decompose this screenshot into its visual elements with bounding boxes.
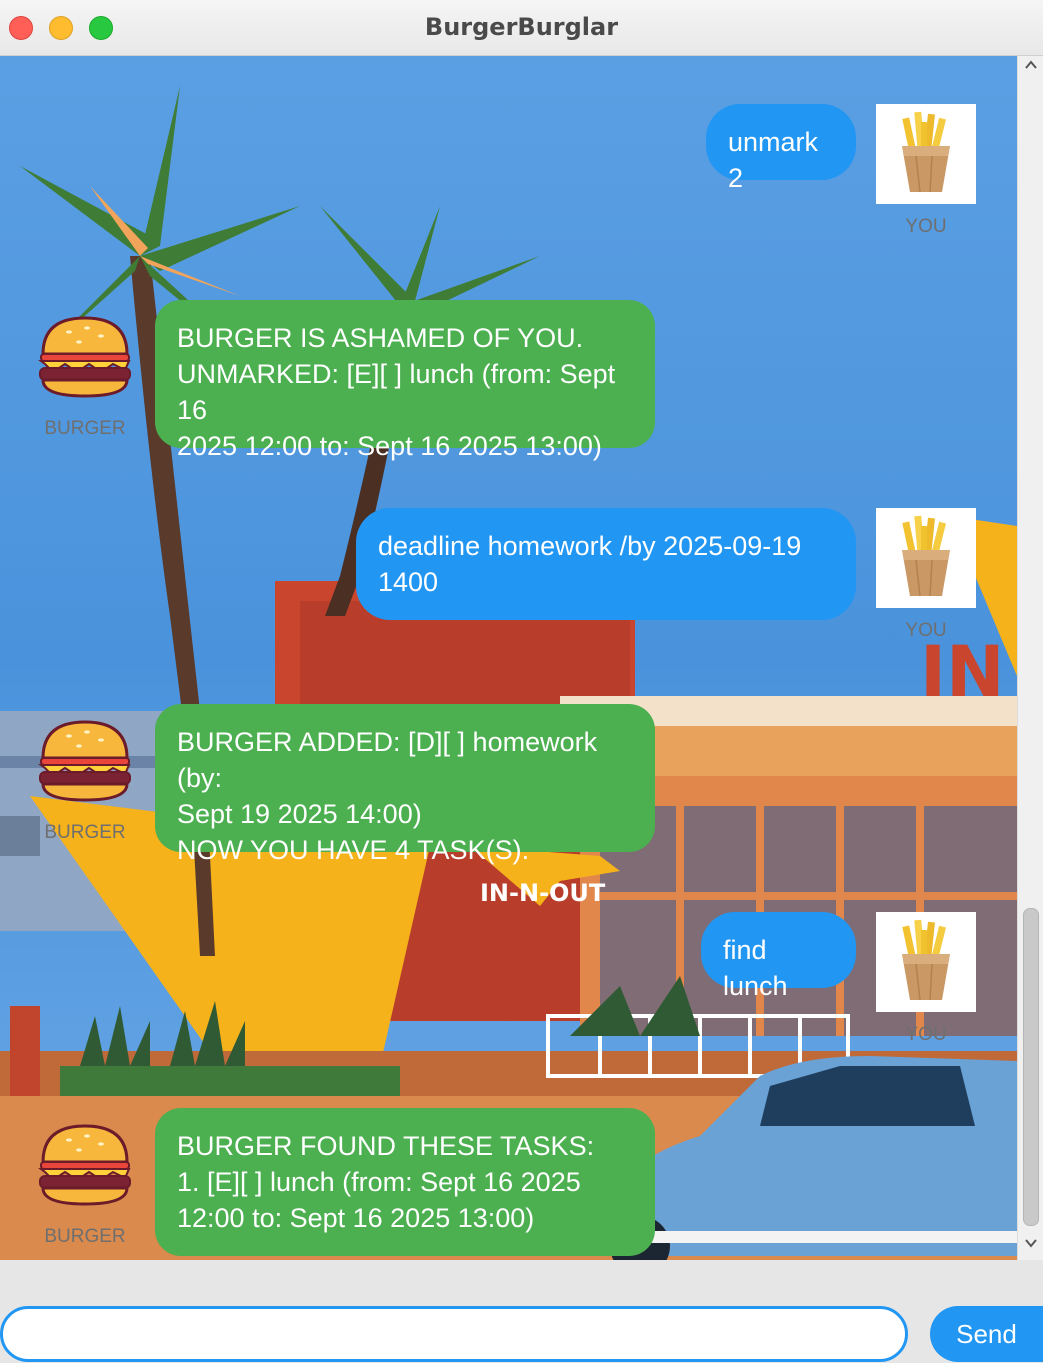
bot-avatar xyxy=(35,314,135,400)
french-fries-icon xyxy=(876,912,976,1012)
user-avatar xyxy=(876,104,976,204)
bot-avatar xyxy=(35,1122,135,1208)
sign-large-text: IN xyxy=(920,631,1005,713)
user-avatar-caption: YOU xyxy=(905,1024,947,1045)
input-bar: Send xyxy=(0,1260,1043,1363)
scrollbar-thumb[interactable] xyxy=(1023,908,1039,1226)
bot-avatar-caption: BURGER xyxy=(44,1226,126,1247)
bot-avatar xyxy=(35,718,135,804)
message-input[interactable] xyxy=(0,1306,908,1362)
user-avatar xyxy=(876,912,976,1012)
sign-small-text: IN-N-OUT xyxy=(480,879,606,907)
chat-scrollbar[interactable] xyxy=(1017,56,1043,1260)
bot-message-bubble: BURGER FOUND THESE TASKS: 1. [E][ ] lunc… xyxy=(155,1108,655,1256)
bot-message-bubble: BURGER ADDED: [D][ ] homework (by: Sept … xyxy=(155,704,655,865)
chat-scroll-area[interactable]: IN-N-OUT IN unmark 2 YOU BURGER BURGER I… xyxy=(0,56,1017,1260)
user-avatar-caption: YOU xyxy=(905,216,947,237)
send-button[interactable]: Send xyxy=(930,1306,1043,1362)
french-fries-icon xyxy=(876,104,976,204)
user-message-bubble: find lunch xyxy=(701,912,856,1001)
user-avatar xyxy=(876,508,976,608)
background-illustration: IN-N-OUT IN xyxy=(0,56,1017,1260)
burger-icon xyxy=(35,314,135,400)
app-window: BurgerBurglar IN-N-OUT IN unmark 2 YOU B… xyxy=(0,0,1043,1363)
chevron-up-icon[interactable] xyxy=(1018,56,1043,82)
bot-message-bubble: BURGER IS ASHAMED OF YOU. UNMARKED: [E][… xyxy=(155,300,655,461)
bot-avatar-caption: BURGER xyxy=(44,418,126,439)
user-message-bubble: deadline homework /by 2025-09-19 1400 xyxy=(356,508,856,620)
bot-avatar-caption: BURGER xyxy=(44,822,126,843)
burger-icon xyxy=(35,1122,135,1208)
chevron-down-icon[interactable] xyxy=(1018,1234,1043,1260)
burger-icon xyxy=(35,718,135,804)
french-fries-icon xyxy=(876,508,976,608)
window-title: BurgerBurglar xyxy=(424,13,619,41)
user-message-bubble: unmark 2 xyxy=(706,104,856,193)
user-avatar-caption: YOU xyxy=(905,620,947,641)
title-bar: BurgerBurglar xyxy=(0,0,1043,56)
